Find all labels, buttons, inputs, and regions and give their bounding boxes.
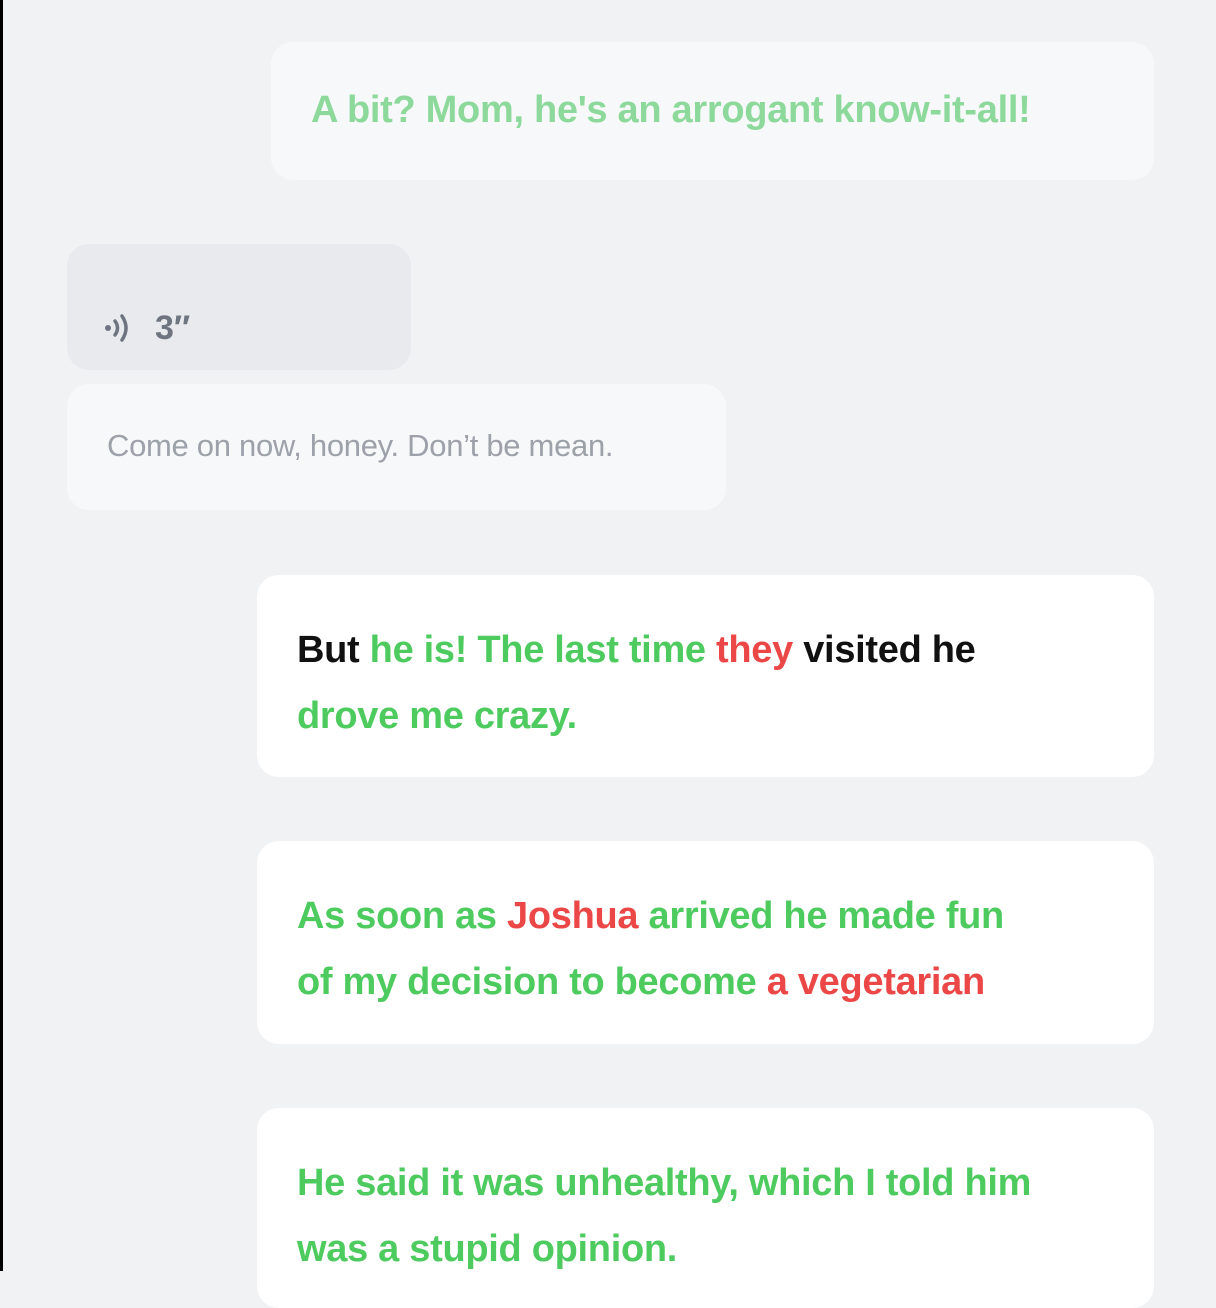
message-bubble-incoming[interactable]: Come on now, honey. Don’t be mean. <box>67 384 726 510</box>
text-segment: of my decision to become <box>297 961 767 1003</box>
transcript-line: He said it was unhealthy, which I told h… <box>297 1150 1154 1216</box>
transcript-line: was a stupid opinion. <box>297 1216 1154 1282</box>
voice-message-bubble[interactable]: 3″ <box>67 244 411 370</box>
transcript-line: drove me crazy. <box>297 683 1154 749</box>
text-segment: was a stupid opinion. <box>297 1228 678 1270</box>
text-segment: But <box>297 629 370 671</box>
text-segment: visited he <box>792 629 976 671</box>
text-segment-highlight: they <box>716 629 793 671</box>
message-text: Come on now, honey. Don’t be mean. <box>107 428 614 463</box>
text-segment-highlight: a vegetarian <box>766 961 985 1003</box>
transcript-line: As soon as Joshua arrived he made fun <box>297 883 1154 949</box>
voice-duration: 3″ <box>155 308 191 347</box>
text-segment: he is! The last time <box>369 629 717 671</box>
transcript-card[interactable]: But he is! The last time they visited he… <box>257 575 1154 777</box>
text-segment: arrived he made fun <box>638 895 1005 937</box>
message-text: A bit? Mom, he's an arrogant know-it-all… <box>311 89 1031 131</box>
sound-wave-icon <box>105 314 128 342</box>
text-segment-highlight: Joshua <box>507 895 639 937</box>
transcript-card[interactable]: As soon as Joshua arrived he made fun of… <box>257 841 1154 1044</box>
text-segment: He said it was unhealthy, which I told h… <box>297 1162 1032 1204</box>
transcript-line: But he is! The last time they visited he <box>297 617 1154 683</box>
message-bubble-outgoing[interactable]: A bit? Mom, he's an arrogant know-it-all… <box>271 42 1154 180</box>
text-segment: drove me crazy. <box>297 695 577 737</box>
transcript-line: of my decision to become a vegetarian <box>297 949 1154 1015</box>
transcript-card[interactable]: He said it was unhealthy, which I told h… <box>257 1108 1154 1308</box>
window-left-edge <box>0 0 3 1271</box>
text-segment: As soon as <box>297 895 507 937</box>
